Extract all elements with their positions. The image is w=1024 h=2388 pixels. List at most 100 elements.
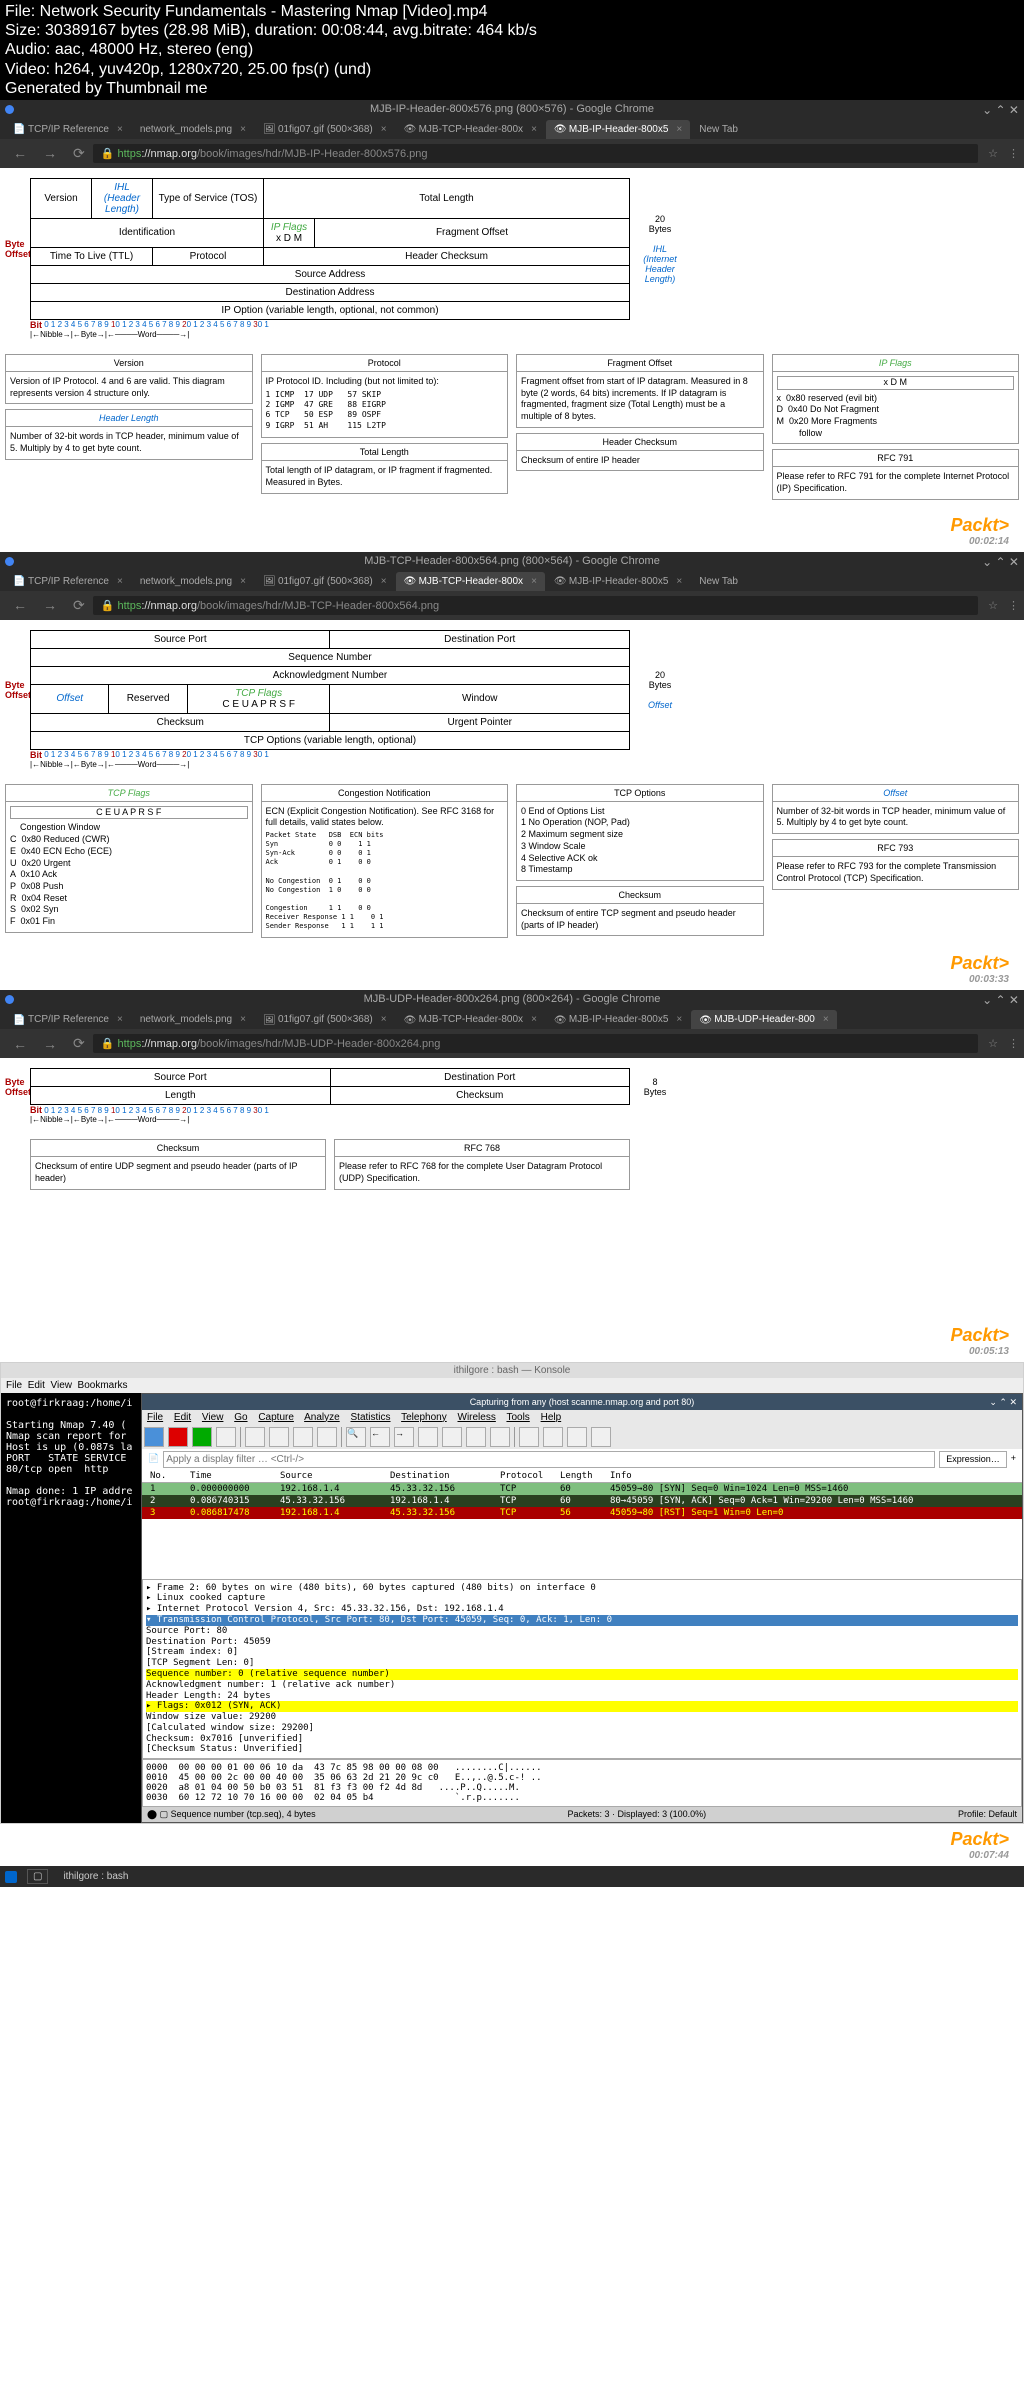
window-controls[interactable]: ⌄ ⌃ ✕ [982,103,1019,117]
packet-hex[interactable]: 0000 00 00 00 01 00 06 10 da 43 7c 85 98… [142,1759,1022,1807]
menu-file[interactable]: File [147,1412,163,1423]
forward-button[interactable]: → [43,1036,57,1052]
tab-close-icon[interactable]: × [240,124,246,135]
packet-list[interactable]: No. Time Source Destination Protocol Len… [142,1470,1022,1579]
packet-row[interactable]: 10.000000000192.168.1.445.33.32.156TCP60… [142,1483,1022,1495]
konsole-title: ithilgore : bash — Konsole [1,1363,1023,1378]
zoom-in-icon[interactable] [519,1427,539,1447]
first-icon[interactable] [442,1427,462,1447]
tab[interactable]: 👁MJB-IP-Header-800x5× [546,1010,690,1029]
tab-close-icon[interactable]: × [531,124,537,135]
status-bar: ⬤ ▢ Sequence number (tcp.seq), 4 bytes P… [142,1807,1022,1822]
tab-active[interactable]: 👁MJB-TCP-Header-800x× [396,572,545,591]
tab[interactable]: 📄TCP/IP Reference× [5,572,131,591]
menu-edit[interactable]: Edit [28,1380,45,1391]
tab[interactable]: network_models.png× [132,572,254,591]
bookmark-icon[interactable]: ☆ [988,147,998,160]
restart-capture-icon[interactable] [192,1427,212,1447]
tab[interactable]: network_models.png× [132,1010,254,1029]
prev-icon[interactable]: ← [370,1427,390,1447]
filter-input[interactable] [163,1451,935,1468]
favicon: 👁 [404,124,414,134]
menu-go[interactable]: Go [234,1412,247,1423]
chrome-window-1: MJB-IP-Header-800x576.png (800×576) - Go… [0,100,1024,168]
close-icon[interactable] [293,1427,313,1447]
tab[interactable]: 🖼01fig07.gif (500×368)× [255,572,395,591]
packet-row-selected[interactable]: 20.08674031545.33.32.156192.168.1.4TCP60… [142,1495,1022,1507]
tab-active[interactable]: 👁MJB-IP-Header-800x5× [546,120,690,139]
taskbar-item[interactable]: ▢ [27,1869,48,1884]
menu-edit[interactable]: Edit [174,1412,191,1423]
url-input[interactable]: 🔒 https://nmap.org/book/images/hdr/MJB-I… [93,144,978,163]
tab[interactable]: 📄TCP/IP Reference× [5,120,131,139]
tab[interactable]: 🖼01fig07.gif (500×368)× [255,120,395,139]
add-button[interactable]: + [1007,1451,1020,1468]
url-input[interactable]: 🔒 https://nmap.org/book/images/hdr/MJB-U… [93,1034,978,1053]
back-button[interactable]: ← [13,1036,27,1052]
menu-tools[interactable]: Tools [506,1412,529,1423]
tab[interactable]: 📄TCP/IP Reference× [5,1010,131,1029]
autoscroll-icon[interactable] [490,1427,510,1447]
menu-view[interactable]: View [50,1380,72,1391]
bookmark-icon[interactable]: ☆ [988,599,998,612]
side-bracket: 20 Bytes IHL (Internet Header Length) [630,214,690,284]
options-icon[interactable] [216,1427,236,1447]
start-icon[interactable] [5,1871,17,1883]
zoom-reset-icon[interactable] [567,1427,587,1447]
stop-capture-icon[interactable] [168,1427,188,1447]
tab[interactable]: network_models.png× [132,120,254,139]
reload-button[interactable]: ⟳ [73,597,85,614]
tab[interactable]: New Tab [691,572,746,591]
forward-button[interactable]: → [43,597,57,613]
zoom-out-icon[interactable] [543,1427,563,1447]
menu-telephony[interactable]: Telephony [401,1412,447,1423]
open-icon[interactable] [245,1427,265,1447]
last-icon[interactable] [466,1427,486,1447]
save-icon[interactable] [269,1427,289,1447]
next-icon[interactable]: → [394,1427,414,1447]
menu-icon[interactable]: ⋮ [1008,147,1019,160]
expression-button[interactable]: Expression… [939,1451,1007,1468]
menu-statistics[interactable]: Statistics [351,1412,391,1423]
forward-button[interactable]: → [43,145,57,161]
menu-file[interactable]: File [6,1380,22,1391]
find-icon[interactable]: 🔍 [346,1427,366,1447]
menu-bookmarks[interactable]: Bookmarks [78,1380,128,1391]
resize-cols-icon[interactable] [591,1427,611,1447]
reload-icon[interactable] [317,1427,337,1447]
tab-close-icon[interactable]: × [381,124,387,135]
bookmark-icon[interactable]: ☆ [988,1037,998,1050]
reload-button[interactable]: ⟳ [73,1035,85,1052]
tab[interactable]: New Tab [691,120,746,139]
terminal-output[interactable]: root@firkraag:/home/i Starting Nmap 7.40… [1,1393,141,1824]
window-controls[interactable]: ⌄ ⌃ ✕ [989,1397,1017,1408]
wireshark-menubar: File Edit View Go Capture Analyze Statis… [142,1410,1022,1425]
tab[interactable]: 👁MJB-TCP-Header-800x× [396,120,545,139]
packet-detail[interactable]: ▸ Frame 2: 60 bytes on wire (480 bits), … [142,1579,1022,1760]
back-button[interactable]: ← [13,145,27,161]
menu-help[interactable]: Help [541,1412,562,1423]
reload-button[interactable]: ⟳ [73,145,85,162]
tab[interactable]: 👁MJB-IP-Header-800x5× [546,572,690,591]
back-button[interactable]: ← [13,597,27,613]
jump-icon[interactable] [418,1427,438,1447]
konsole-menu: File Edit View Bookmarks [1,1378,1023,1393]
tab[interactable]: 👁MJB-TCP-Header-800x× [396,1010,545,1029]
menu-wireless[interactable]: Wireless [458,1412,496,1423]
tab[interactable]: 🖼01fig07.gif (500×368)× [255,1010,395,1029]
taskbar-item[interactable]: ithilgore : bash [53,1870,138,1883]
url-input[interactable]: 🔒 https://nmap.org/book/images/hdr/MJB-T… [93,596,978,615]
tab-close-icon[interactable]: × [676,124,682,135]
taskbar[interactable]: ▢ ithilgore : bash [0,1866,1024,1887]
start-capture-icon[interactable] [144,1427,164,1447]
byte-offset-label: Byte Offset [5,239,30,259]
menu-capture[interactable]: Capture [258,1412,294,1423]
menu-icon[interactable]: ⋮ [1008,599,1019,612]
tab-close-icon[interactable]: × [117,124,123,135]
packet-row[interactable]: 30.086817478192.168.1.445.33.32.156TCP56… [142,1507,1022,1519]
menu-view[interactable]: View [202,1412,224,1423]
tab-active[interactable]: 👁MJB-UDP-Header-800× [691,1010,836,1029]
filter-bookmark-icon[interactable]: 📄 [144,1451,163,1468]
menu-icon[interactable]: ⋮ [1008,1037,1019,1050]
menu-analyze[interactable]: Analyze [304,1412,340,1423]
